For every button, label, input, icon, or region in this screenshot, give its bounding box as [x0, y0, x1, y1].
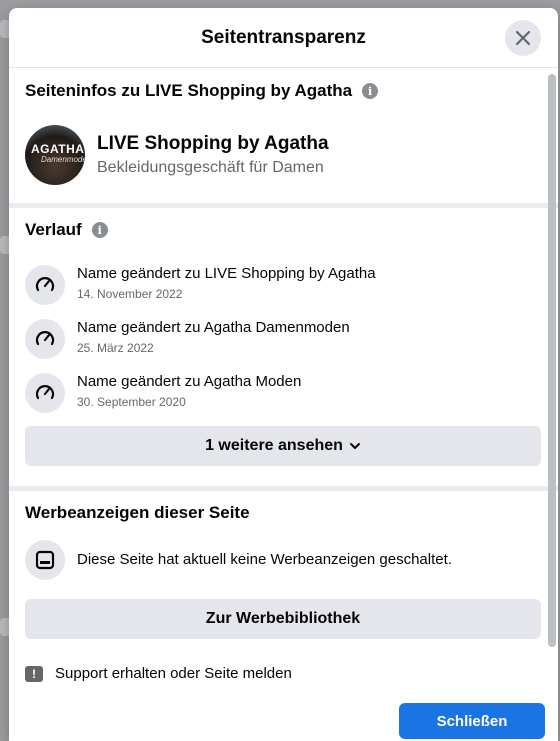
history-item-date: 30. September 2020 — [77, 395, 186, 409]
page-info-title: Seiteninfos zu LIVE Shopping by Agatha — [25, 81, 353, 100]
dialog-header: Seitentransparenz — [9, 8, 558, 68]
speedometer-icon — [25, 319, 65, 359]
ad-library-button[interactable]: Zur Werbebibliothek — [25, 599, 541, 639]
ads-section: Werbeanzeigen dieser Seite — [25, 503, 558, 523]
page-transparency-dialog: Seitentransparenz Seiteninfos zu LIVE Sh… — [9, 8, 558, 741]
section-divider — [9, 203, 558, 208]
support-report-link[interactable]: ! Support erhalten oder Seite melden — [25, 665, 292, 682]
support-report-label: Support erhalten oder Seite melden — [55, 665, 292, 682]
history-item-text: Name geändert zu Agatha Moden — [77, 373, 302, 390]
history-title: Verlauf — [25, 220, 82, 239]
info-icon[interactable]: i — [91, 222, 108, 238]
speedometer-icon — [25, 373, 65, 413]
page-name[interactable]: LIVE Shopping by Agatha — [97, 133, 329, 155]
close-dialog-button[interactable]: Schließen — [399, 703, 545, 739]
report-alert-icon: ! — [25, 665, 43, 682]
ads-message: Diese Seite hat aktuell keine Werbeanzei… — [77, 551, 452, 568]
avatar-logo-text: AGATHA — [31, 142, 85, 156]
history-section: Verlauf i — [25, 220, 558, 240]
history-item-date: 14. November 2022 — [77, 287, 183, 301]
avatar[interactable]: AGATHA Damenmode — [25, 125, 85, 185]
dialog-content[interactable]: Seiteninfos zu LIVE Shopping by Agatha i… — [9, 67, 558, 651]
history-item-text: Name geändert zu LIVE Shopping by Agatha — [77, 265, 376, 282]
ads-title: Werbeanzeigen dieser Seite — [25, 503, 250, 522]
dialog-title: Seitentransparenz — [201, 26, 366, 48]
history-item: Name geändert zu Agatha Damenmoden 25. M… — [25, 319, 545, 363]
avatar-logo-script: Damenmode — [41, 155, 85, 164]
close-dialog-label: Schließen — [436, 712, 508, 730]
chevron-down-icon — [349, 443, 360, 449]
history-item-date: 25. März 2022 — [77, 341, 154, 355]
close-icon — [515, 30, 531, 46]
section-divider — [9, 486, 558, 491]
speedometer-icon — [25, 265, 65, 305]
ad-screen-icon — [25, 540, 65, 580]
ads-status-row: Diese Seite hat aktuell keine Werbeanzei… — [25, 540, 545, 584]
dialog-footer: ! Support erhalten oder Seite melden Sch… — [9, 651, 558, 741]
see-more-button[interactable]: 1 weitere ansehen — [25, 426, 541, 466]
scrollbar[interactable] — [548, 74, 556, 647]
history-item-text: Name geändert zu Agatha Damenmoden — [77, 319, 350, 336]
history-item: Name geändert zu LIVE Shopping by Agatha… — [25, 265, 545, 309]
history-item: Name geändert zu Agatha Moden 30. Septem… — [25, 373, 545, 417]
ad-library-label: Zur Werbebibliothek — [205, 610, 361, 627]
page-category: Bekleidungsgeschäft für Damen — [97, 159, 324, 176]
info-icon[interactable]: i — [362, 83, 379, 99]
see-more-label: 1 weitere ansehen — [205, 437, 343, 454]
close-button[interactable] — [505, 20, 541, 56]
page-info-section: Seiteninfos zu LIVE Shopping by Agatha i — [25, 81, 558, 101]
